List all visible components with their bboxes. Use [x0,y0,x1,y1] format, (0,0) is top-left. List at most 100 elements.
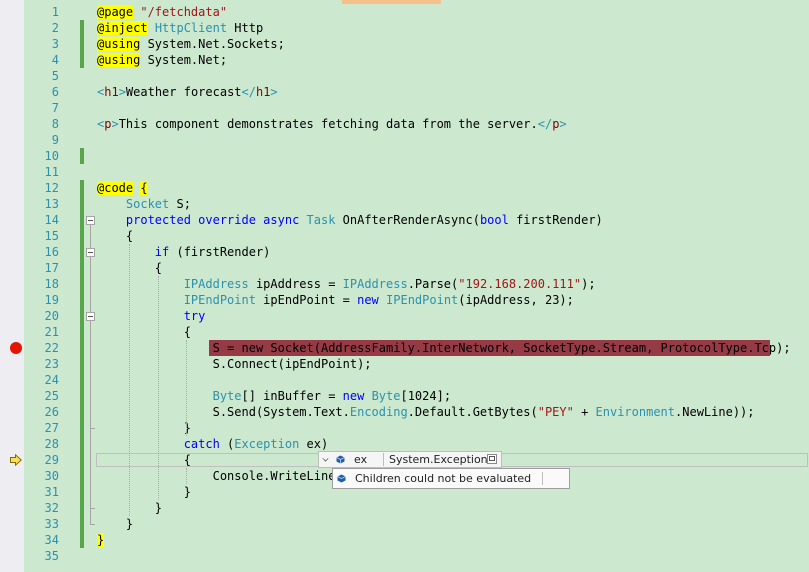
code-line[interactable]: 15 { [24,228,809,244]
change-marker [80,340,84,356]
datatip-child-separator [542,472,543,485]
code-line[interactable]: 32 } [24,500,809,516]
glyph-margin[interactable] [0,0,24,572]
change-marker [80,500,84,516]
code-line[interactable]: 26 S.Send(System.Text.Encoding.Default.G… [24,404,809,420]
code-line[interactable]: 8 <p>This component demonstrates fetching… [24,116,809,132]
line-number: 20 [44,309,59,323]
line-number: 26 [44,405,59,419]
code-line[interactable]: 10 [24,148,809,164]
code-line[interactable]: 1 @page "/fetchdata" [24,4,809,20]
code-token: > [111,117,119,131]
code-token: IPEndPoint [183,293,256,307]
code-token: S.Connect(ipEndPoint); [97,357,372,371]
code-line[interactable]: 5 [24,68,809,84]
code-token: { [97,325,191,339]
code-text: S.Connect(ipEndPoint); [97,356,372,372]
magnifier-icon[interactable] [487,454,497,464]
code-text: Byte[] inBuffer = new Byte[1024]; [97,388,451,404]
code-token: OnAfterRenderAsync( [335,213,480,227]
code-line[interactable]: 33 } [24,516,809,532]
code-line[interactable]: 21 { [24,324,809,340]
code-token: Socket [125,197,170,211]
code-line[interactable]: 14 protected override async Task OnAfter… [24,212,809,228]
code-line[interactable]: 18 IPAddress ipAddress = IPAddress.Parse… [24,276,809,292]
code-line[interactable]: 4 @using System.Net; [24,52,809,68]
collapse-toggle[interactable] [86,248,95,257]
indent-guide [128,244,130,516]
code-text: IPEndPoint ipEndPoint = new IPEndPoint(i… [97,292,574,308]
code-token: Task [306,213,336,227]
code-token: [1024]; [400,389,452,403]
breakpoint-dot-icon[interactable] [10,342,22,354]
code-text: { [97,452,191,468]
code-token: @page [97,5,134,19]
code-line[interactable]: 25 Byte[] inBuffer = new Byte[1024]; [24,388,809,404]
collapse-toggle[interactable] [86,312,95,321]
datatip-children: Children could not be evaluated [332,468,570,489]
code-line[interactable]: 2 @inject HttpClient Http [24,20,809,36]
code-line[interactable]: 20 try [24,308,809,324]
code-text: @using System.Net.Sockets; [97,36,285,52]
code-line[interactable]: 35 [24,548,809,564]
code-line[interactable]: 19 IPEndPoint ipEndPoint = new IPEndPoin… [24,292,809,308]
code-line[interactable]: 22 S = new Socket(AddressFamily.InterNet… [24,340,809,356]
change-marker [80,324,84,340]
code-token: (firstRender) [169,245,271,259]
code-token: Http [227,21,264,35]
code-token: "192.168.200.111" [458,277,582,291]
code-line[interactable]: 24 [24,372,809,388]
code-token: h1 [255,85,271,99]
code-token: IPAddress [342,277,408,291]
code-token: Environment [595,405,676,419]
code-line[interactable]: 3 @using System.Net.Sockets; [24,36,809,52]
collapse-toggle[interactable] [86,216,95,225]
indent-guide [186,340,188,436]
line-number: 34 [44,533,59,547]
code-token: S = new Socket(AddressFamily.InterNetwor… [212,341,791,355]
code-line[interactable]: 28 catch (Exception ex) [24,436,809,452]
change-marker [80,532,84,548]
outline-end [90,508,95,509]
change-marker [80,468,84,484]
line-number: 9 [51,133,59,147]
code-token: </ [537,117,553,131]
code-line[interactable]: 12 @code { [24,180,809,196]
change-marker [80,452,84,468]
code-text: Console.WriteLine( [97,468,343,484]
code-token: } [97,421,191,435]
code-line[interactable]: 13 Socket S; [24,196,809,212]
line-number: 3 [51,37,59,51]
code-token: @using [97,53,141,67]
change-marker [80,180,84,196]
code-line[interactable]: 34} [24,532,809,548]
expand-chevron-icon[interactable] [322,455,329,462]
code-line[interactable]: 17 { [24,260,809,276]
code-text: try [97,308,206,324]
code-line[interactable]: 7 [24,100,809,116]
line-number: 35 [44,549,59,563]
change-marker [80,420,84,436]
change-marker [80,436,84,452]
outline-bracket [90,321,91,428]
code-token: IPEndPoint [386,293,459,307]
code-line[interactable]: 11 [24,164,809,180]
code-line[interactable]: 9 [24,132,809,148]
datatip[interactable]: ex System.Exception [318,451,502,468]
code-text: } [97,532,105,548]
code-token: System.Net.Sockets; [140,37,285,51]
code-text: Socket S; [97,196,191,212]
code-line[interactable]: 23 S.Connect(ipEndPoint); [24,356,809,372]
line-number: 15 [44,229,59,243]
change-marker [80,388,84,404]
code-token: ex) [299,437,329,451]
line-number: 28 [44,437,59,451]
code-token: ); [581,277,596,291]
code-line[interactable]: 27 } [24,420,809,436]
change-marker [80,356,84,372]
code-line[interactable]: 16 if (firstRender) [24,244,809,260]
code-line[interactable]: 6 <h1>Weather forecast</h1> [24,84,809,100]
code-token: ipAddress = [248,277,343,291]
